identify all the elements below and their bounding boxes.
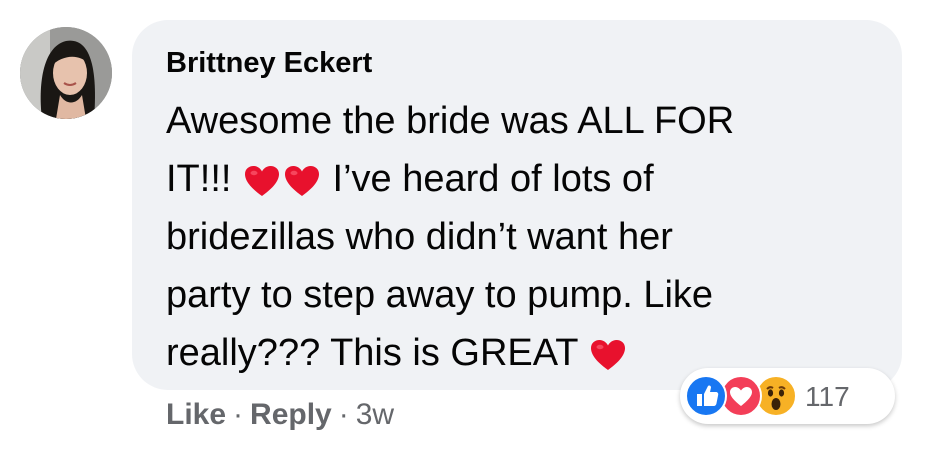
like-reaction-icon	[685, 375, 727, 417]
comment-author[interactable]: Brittney Eckert	[166, 47, 372, 80]
comment-line: bridezillas who didn’t want her	[166, 216, 673, 258]
profile-photo	[20, 27, 112, 119]
reply-button[interactable]: Reply	[250, 398, 332, 431]
comment-text: Awesome the bride was ALL FOR IT!!! I’ve…	[166, 92, 866, 382]
comment-line: Awesome the bride was ALL FOR	[166, 100, 735, 142]
separator: ·	[233, 398, 244, 431]
like-button[interactable]: Like	[166, 398, 226, 431]
reactions-summary[interactable]: 117	[680, 368, 895, 424]
comment-line: IT!!! I’ve heard of lots of	[166, 158, 654, 200]
heart-emoji-icon	[284, 165, 320, 197]
separator: ·	[338, 398, 349, 431]
comment-timestamp[interactable]: 3w	[356, 398, 394, 431]
heart-emoji-icon	[590, 339, 626, 371]
comment-actions: Like · Reply · 3w	[166, 398, 394, 432]
heart-emoji-icon	[244, 165, 280, 197]
avatar[interactable]	[20, 27, 112, 119]
comment-line: party to step away to pump. Like	[166, 274, 714, 316]
reaction-count: 117	[805, 381, 850, 412]
